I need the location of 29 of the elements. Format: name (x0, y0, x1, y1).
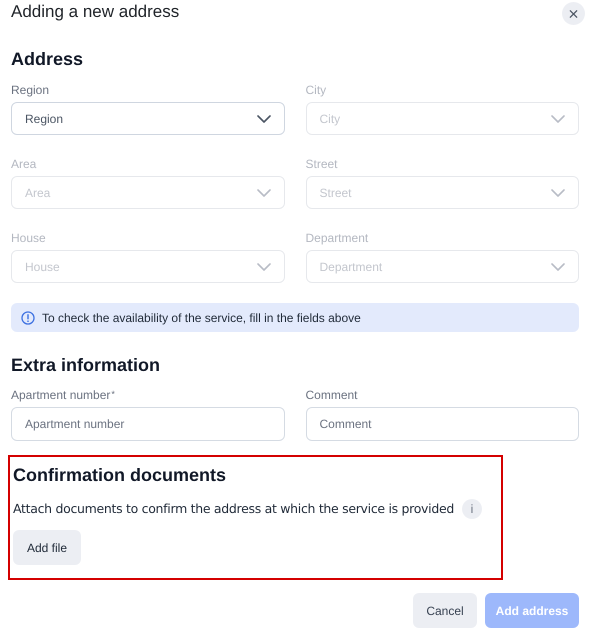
info-button[interactable]: i (462, 499, 482, 519)
text-input-field[interactable]: Comment (306, 407, 579, 441)
select-field[interactable]: Region (11, 102, 284, 135)
cancel-button[interactable]: Cancel (413, 593, 477, 628)
info-text: To check the availability of the service, fill in the fields above (42, 310, 361, 326)
field-label: House (11, 230, 46, 247)
text-input-field[interactable]: Apartment number (11, 407, 284, 441)
field-label: Apartment number (11, 387, 110, 404)
description-text: Attach documents to confirm the address at which the service is provided (13, 500, 454, 518)
field-label: City (306, 82, 326, 99)
field-label: Street (306, 156, 338, 173)
section-heading: Extra information (11, 354, 162, 376)
field-label: Department (306, 230, 368, 247)
field-label: Region (11, 82, 50, 99)
field-label: Comment (306, 387, 358, 404)
close-button[interactable]: × (562, 2, 585, 25)
chevron-down-icon (256, 114, 270, 122)
add-file-button[interactable]: Add file (13, 530, 82, 565)
chevron-down-icon (551, 188, 565, 196)
chevron-down-icon (551, 114, 565, 122)
section-heading: Address (11, 48, 84, 70)
required-mark: * (111, 388, 115, 401)
section-heading: Confirmation documents (13, 464, 228, 486)
field-label: Area (11, 156, 36, 173)
chevron-down-icon (256, 262, 270, 270)
info-icon (21, 310, 35, 324)
chevron-down-icon (256, 188, 270, 196)
chevron-down-icon (551, 262, 565, 270)
dialog-title: Adding a new address (11, 1, 180, 23)
